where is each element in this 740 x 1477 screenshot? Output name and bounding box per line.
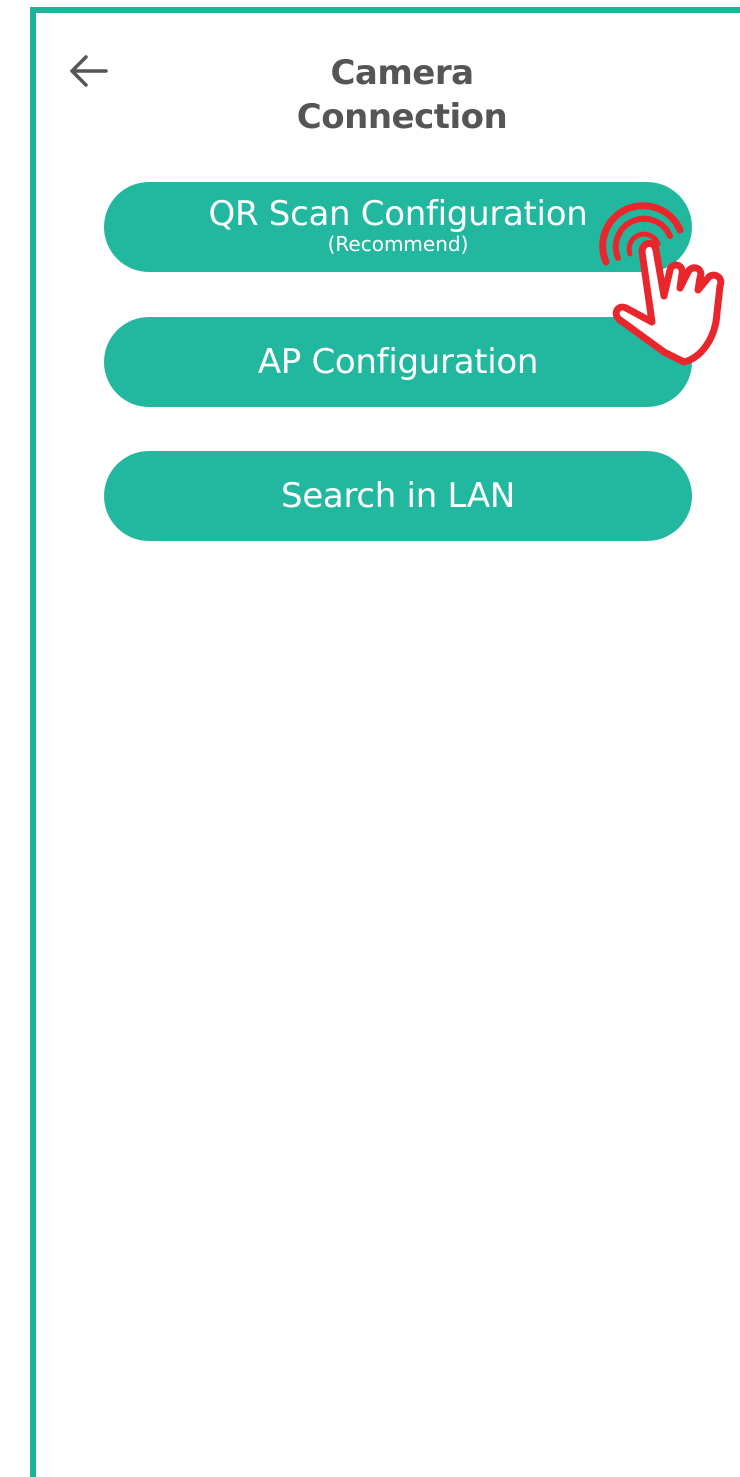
back-button[interactable] [66,51,110,95]
search-in-lan-label: Search in LAN [281,476,515,516]
ap-configuration-label: AP Configuration [257,342,539,382]
qr-scan-configuration-button[interactable]: QR Scan Configuration (Recommend) [104,182,692,272]
search-in-lan-button[interactable]: Search in LAN [104,451,692,541]
ap-configuration-button[interactable]: AP Configuration [104,317,692,407]
qr-scan-label: QR Scan Configuration [208,194,588,234]
recommend-label: (Recommend) [327,232,469,256]
page-title: Camera Connection [296,53,508,137]
arrow-left-icon [68,54,108,93]
header-bar: Camera Connection [36,13,740,137]
